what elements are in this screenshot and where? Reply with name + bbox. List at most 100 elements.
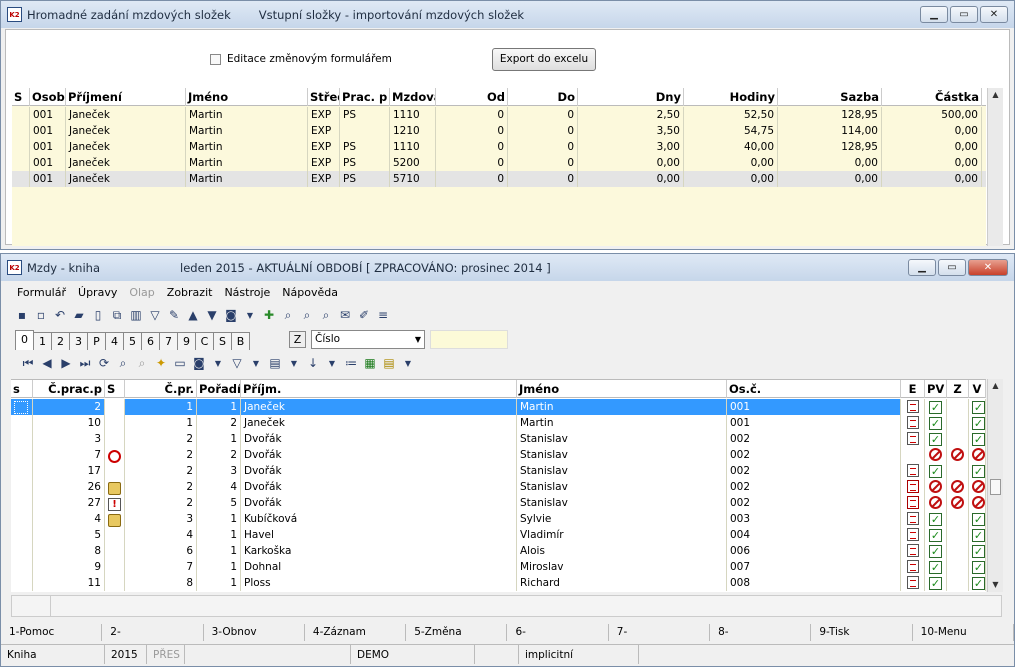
fkey-4[interactable]: 4-Záznam — [305, 624, 407, 641]
copy-icon[interactable]: ⧉ — [110, 308, 124, 322]
filter-icon[interactable]: ▽ — [230, 356, 244, 370]
table-row[interactable]: 001 Janeček Martin EXP PS 1110 0 0 3,00 40,00 128,… — [12, 139, 986, 155]
tab-6[interactable]: 6 — [141, 332, 160, 350]
fkey-5[interactable]: 5-Změna — [406, 624, 508, 641]
column-header[interactable]: Č.prac.p — [33, 380, 105, 398]
fkey-7[interactable]: 7- — [609, 624, 711, 641]
binoculars-next-icon[interactable]: ⌕ — [300, 308, 314, 322]
column-header[interactable]: Prac. p — [340, 88, 390, 106]
add-icon[interactable]: ▭ — [173, 356, 187, 370]
column-header[interactable]: Do — [508, 88, 578, 106]
scroll-down-icon[interactable]: ▼ — [988, 578, 1003, 592]
table-row[interactable]: 001 Janeček Martin EXP PS 5710 0 0 0,00 0,00 0,00 0… — [12, 171, 986, 187]
export-excel-button[interactable]: Export do excelu — [492, 48, 596, 71]
scroll-up-icon[interactable]: ▲ — [988, 88, 1003, 102]
column-header[interactable]: Příjm. — [241, 380, 517, 398]
table-row[interactable]: 001 Janeček Martin EXP PS 5200 0 0 0,00 0,00 0,00 0… — [12, 155, 986, 171]
payroll-grid-scrollbar[interactable]: ▲ ▼ — [987, 379, 1003, 592]
first-record-icon[interactable]: ⏮ — [21, 356, 35, 370]
dropdown-arrow-icon[interactable]: ▼ — [401, 356, 415, 370]
table-row[interactable]: 26 2 4 Dvořák Stanislav 002 — [11, 479, 986, 495]
column-header[interactable]: S — [12, 88, 30, 106]
menu-item[interactable]: Zobrazit — [167, 286, 213, 299]
column-header[interactable]: Částka — [882, 88, 982, 106]
menu-item[interactable]: Úpravy — [78, 286, 117, 299]
column-header[interactable]: Jméno — [186, 88, 308, 106]
sort-az-icon[interactable]: ↓ — [306, 356, 320, 370]
table-row[interactable]: 8 6 1 Karkoška Alois 006 ✓ ✓ — [11, 543, 986, 559]
last-record-icon[interactable]: ⏭ — [78, 356, 92, 370]
tab-2[interactable]: 2 — [51, 332, 70, 350]
pen-icon[interactable]: ✐ — [357, 308, 371, 322]
import-window-titlebar[interactable]: K2 Hromadné zadání mzdových složek Vstup… — [1, 1, 1014, 28]
tab-7[interactable]: 7 — [159, 332, 178, 350]
column-header[interactable]: Č.pr. — [125, 380, 197, 398]
close-button[interactable]: ✕ — [980, 6, 1008, 23]
import-grid-scrollbar[interactable]: ▲ — [987, 88, 1003, 246]
minimize-button[interactable]: ▁ — [908, 259, 936, 276]
table-row[interactable]: 001 Janeček Martin EXP 1210 0 0 3,50 54,75 114,00… — [12, 123, 986, 139]
fkey-10[interactable]: 10-Menu — [913, 624, 1014, 641]
row-selector[interactable] — [14, 400, 28, 414]
fkey-8[interactable]: 8- — [710, 624, 812, 641]
table-row[interactable]: 10 1 2 Janeček Martin 001 ✓ ✓ — [11, 415, 986, 431]
table-row[interactable]: 27! 2 5 Dvořák Stanislav 002 — [11, 495, 986, 511]
tab-S[interactable]: S — [213, 332, 232, 350]
column-header[interactable]: Mzdova — [390, 88, 436, 106]
binoculars-prev-icon[interactable]: ⌕ — [319, 308, 333, 322]
dropdown-arrow-icon[interactable]: ▼ — [243, 308, 257, 322]
maximize-button[interactable]: ▭ — [950, 6, 978, 23]
column-header[interactable]: Z — [947, 380, 969, 398]
tab-P[interactable]: P — [87, 332, 106, 350]
edit-document-icon[interactable]: ✎ — [167, 308, 181, 322]
binoculars-icon[interactable]: ⌕ — [281, 308, 295, 322]
edit-form-option[interactable]: Editace změnovým formulářem — [210, 53, 392, 65]
edit-form-checkbox[interactable] — [210, 53, 221, 65]
column-header[interactable]: V — [969, 380, 986, 398]
fkey-6[interactable]: 6- — [507, 624, 609, 641]
menu-item[interactable]: Nástroje — [224, 286, 270, 299]
undo-icon[interactable]: ↶ — [53, 308, 67, 322]
table-row[interactable]: 4 3 1 Kubíčková Sylvie 003 ✓ ✓ — [11, 511, 986, 527]
table-row[interactable]: 3 2 1 Dvořák Stanislav 002 ✓ ✓ — [11, 431, 986, 447]
menu-item[interactable]: Nápověda — [282, 286, 338, 299]
close-button[interactable]: ✕ — [968, 259, 1008, 276]
fkey-9[interactable]: 9-Tisk — [811, 624, 913, 641]
dropdown-arrow-icon[interactable]: ▼ — [325, 356, 339, 370]
report-icon[interactable]: ▤ — [382, 356, 396, 370]
column-header[interactable]: Hodiny — [684, 88, 778, 106]
minimize-button[interactable]: ▁ — [920, 6, 948, 23]
table-row[interactable]: 7 2 2 Dvořák Stanislav 002 — [11, 447, 986, 463]
prev-record-icon[interactable]: ◀ — [40, 356, 54, 370]
fkey-2[interactable]: 2- — [102, 624, 204, 641]
table-row[interactable]: 001 Janeček Martin EXP PS 1110 0 0 2,50 52,50 128,… — [12, 107, 986, 123]
scroll-up-icon[interactable]: ▲ — [988, 379, 1003, 393]
column-header[interactable]: Dny — [578, 88, 684, 106]
fkey-1[interactable]: 1-Pomoc — [1, 624, 103, 641]
mark-icon[interactable]: ✦ — [154, 356, 168, 370]
import-icon[interactable]: ✚ — [262, 308, 276, 322]
filter-icon[interactable]: ▽ — [148, 308, 162, 322]
column-header[interactable]: s — [11, 380, 33, 398]
column-header[interactable]: Os.č. — [727, 380, 901, 398]
column-header[interactable]: Středi — [308, 88, 340, 106]
fkey-3[interactable]: 3-Obnov — [204, 624, 305, 641]
dropdown-arrow-icon[interactable]: ▼ — [249, 356, 263, 370]
sort-key-button[interactable]: Z — [289, 331, 306, 348]
list-icon[interactable]: ≔ — [344, 356, 358, 370]
dropdown-arrow-icon[interactable]: ▼ — [211, 356, 225, 370]
menu-item[interactable]: Formulář — [17, 286, 66, 299]
column-header[interactable]: PV — [925, 380, 947, 398]
tab-3[interactable]: 3 — [69, 332, 88, 350]
sort-select[interactable]: Číslo ▼ — [311, 330, 425, 349]
open-folder-icon[interactable]: ▰ — [72, 308, 86, 322]
tab-9[interactable]: 9 — [177, 332, 196, 350]
save-as-icon[interactable]: ▫ — [34, 308, 48, 322]
table-row[interactable]: 5 4 1 Havel Vladimír 004 ✓ ✓ — [11, 527, 986, 543]
camera-icon[interactable]: ◙ — [192, 356, 206, 370]
column-header[interactable]: S — [105, 380, 125, 398]
camera-icon[interactable]: ◙ — [224, 308, 238, 322]
column-header[interactable]: Jméno — [517, 380, 727, 398]
mail-icon[interactable]: ✉ — [338, 308, 352, 322]
menu-item[interactable]: Olap — [129, 286, 154, 299]
